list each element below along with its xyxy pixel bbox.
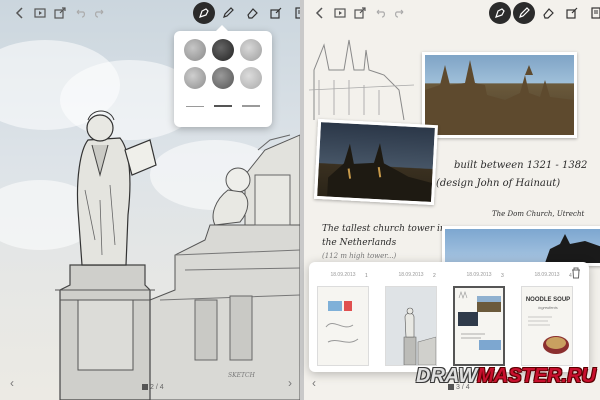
caption-tallest-line1: The tallest church tower in	[322, 224, 446, 234]
eraser-icon[interactable]	[537, 2, 559, 24]
pencil-icon[interactable]	[513, 2, 535, 24]
page-date: 18.09.2013	[534, 272, 560, 278]
light-gray-swatch[interactable]	[240, 67, 262, 89]
caption-tallest-line3: (112 m high tower...)	[322, 252, 397, 260]
right-toolbar	[310, 0, 410, 26]
cathedral-night-photo[interactable]	[313, 118, 439, 206]
medium-stroke-option[interactable]	[214, 105, 232, 107]
next-page-arrow[interactable]: ›	[284, 376, 296, 390]
share-icon[interactable]	[50, 3, 70, 23]
caption-place: The Dom Church, Utrecht	[492, 210, 585, 218]
tool-palette-popover	[174, 25, 272, 127]
journal-icon[interactable]	[289, 2, 300, 24]
caption-built-dates: built between 1321 - 1382	[454, 160, 588, 171]
eraser-icon[interactable]	[241, 2, 263, 24]
sky-photo-strip[interactable]	[442, 226, 600, 266]
page-date: 18.09.2013	[466, 272, 492, 278]
journal-icon[interactable]	[585, 2, 600, 24]
left-toolbar	[10, 0, 110, 26]
brush-tip-swatch[interactable]	[240, 39, 262, 61]
prev-page-arrow[interactable]: ‹	[308, 376, 320, 390]
redo-icon[interactable]	[90, 3, 110, 23]
page-number: 1	[365, 273, 368, 279]
left-notebook-page[interactable]: SKETCH ‹ › 2 / 4	[0, 0, 300, 400]
back-arrow-icon[interactable]	[10, 3, 30, 23]
cathedral-pencil-sketch	[308, 39, 415, 121]
cathedral-exterior-photo[interactable]	[422, 52, 577, 138]
marker-tip-swatch[interactable]	[212, 39, 234, 61]
pencil-icon[interactable]	[217, 2, 239, 24]
undo-icon[interactable]	[370, 3, 390, 23]
prev-page-arrow[interactable]: ‹	[6, 376, 18, 390]
page-date: 18.09.2013	[330, 272, 356, 278]
undo-icon[interactable]	[70, 3, 90, 23]
dark-gray-swatch[interactable]	[212, 67, 234, 89]
thin-stroke-option[interactable]	[186, 106, 204, 107]
share-icon[interactable]	[350, 3, 370, 23]
left-tool-selector	[192, 0, 300, 26]
present-icon[interactable]	[330, 3, 350, 23]
fountain-pen-icon[interactable]	[489, 2, 511, 24]
thick-stroke-option[interactable]	[242, 105, 260, 107]
redo-icon[interactable]	[390, 3, 410, 23]
page-grid-icon[interactable]	[142, 384, 148, 390]
page-thumbnail-1[interactable]	[317, 286, 369, 366]
pencil-tip-swatch[interactable]	[184, 39, 206, 61]
right-tool-selector	[488, 0, 600, 26]
page-thumbnail-2[interactable]	[385, 286, 437, 366]
page-number: 4	[569, 273, 572, 279]
fountain-pen-icon[interactable]	[193, 2, 215, 24]
caption-tallest-line2: the Netherlands	[322, 238, 397, 248]
page-thumbnail-4[interactable]: NOODLE SOUP ingredients	[521, 286, 573, 366]
page-thumbnail-3[interactable]	[453, 286, 505, 366]
left-page-indicator[interactable]: 2 / 4	[142, 380, 164, 394]
gray-swatch[interactable]	[184, 67, 206, 89]
back-arrow-icon[interactable]	[310, 3, 330, 23]
page-number: 3	[501, 273, 504, 279]
caption-designer: (design John of Hainaut)	[436, 178, 561, 189]
export-icon[interactable]	[561, 2, 583, 24]
present-icon[interactable]	[30, 3, 50, 23]
pages-tray-popover: 18.09.2013 1 18.09.2013 2 18.09.2013 3 1…	[309, 262, 589, 372]
page-date: 18.09.2013	[398, 272, 424, 278]
page-number: 2	[433, 273, 436, 279]
drawmaster-logo-watermark: DRAWMASTER.RU	[416, 365, 596, 387]
sketch-signature: SKETCH	[228, 372, 255, 379]
export-icon[interactable]	[265, 2, 287, 24]
